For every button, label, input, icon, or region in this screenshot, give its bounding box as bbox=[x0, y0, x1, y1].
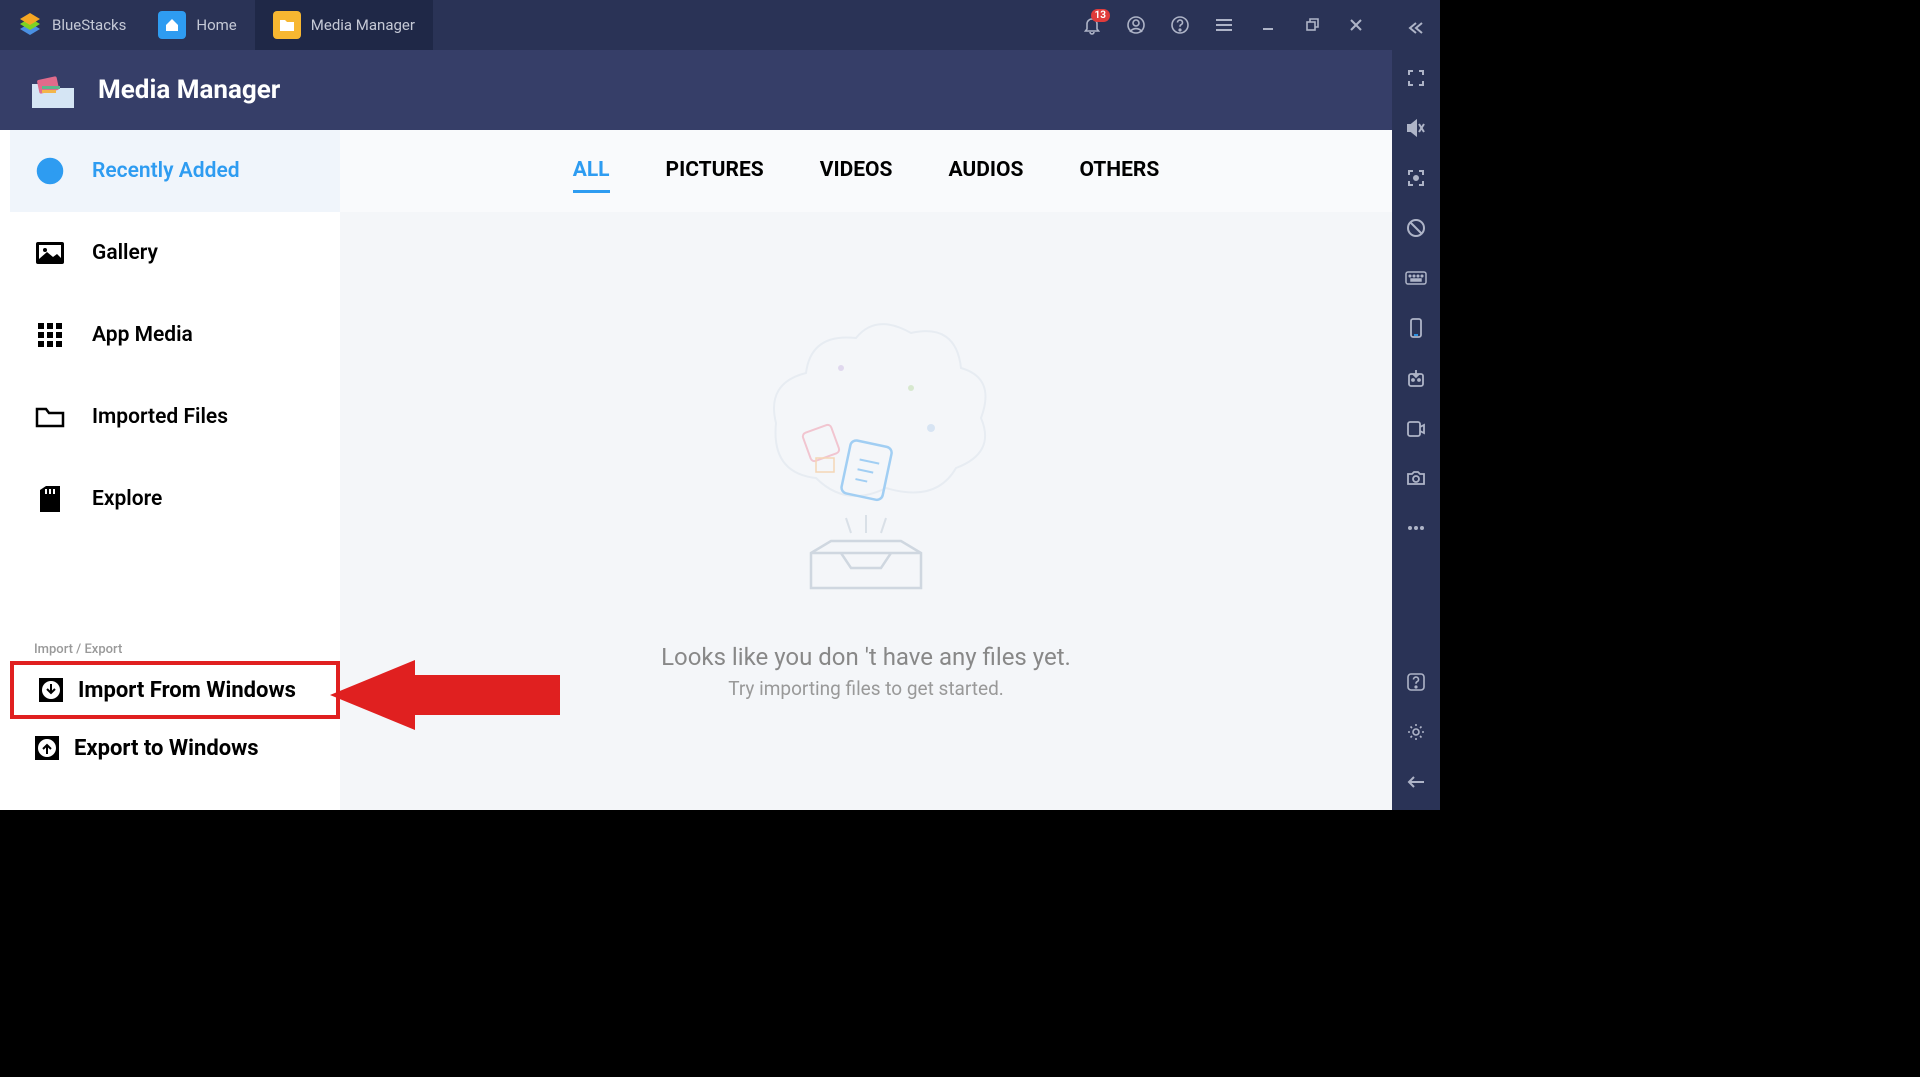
sidebar-item-label: Recently Added bbox=[92, 159, 240, 183]
media-manager-icon bbox=[28, 70, 78, 110]
help-button[interactable] bbox=[1168, 13, 1192, 37]
menu-button[interactable] bbox=[1212, 13, 1236, 37]
import-export-label: Import / Export bbox=[10, 630, 340, 661]
export-icon bbox=[34, 735, 60, 761]
grid-icon bbox=[34, 319, 66, 351]
tab-label: Media Manager bbox=[311, 16, 415, 34]
filter-others[interactable]: OTHERS bbox=[1079, 150, 1159, 193]
image-icon bbox=[34, 237, 66, 269]
app-header: Media Manager bbox=[0, 50, 1392, 130]
help-toolbar-button[interactable] bbox=[1402, 668, 1430, 696]
macro-button[interactable] bbox=[1402, 414, 1430, 442]
install-apk-button[interactable] bbox=[1402, 364, 1430, 392]
ie-item-label: Export to Windows bbox=[74, 736, 259, 761]
folder-icon bbox=[34, 401, 66, 433]
empty-state: Looks like you don 't have any files yet… bbox=[340, 212, 1392, 810]
screenshot-button[interactable] bbox=[1402, 464, 1430, 492]
clock-icon bbox=[34, 155, 66, 187]
main-panel: ALL PICTURES VIDEOS AUDIOS OTHERS bbox=[340, 130, 1392, 810]
tab-home[interactable]: Home bbox=[140, 0, 254, 50]
rotate-button[interactable] bbox=[1402, 314, 1430, 342]
maximize-button[interactable] bbox=[1300, 13, 1324, 37]
sidebar: Recently Added Gallery App Media bbox=[0, 130, 340, 810]
titlebar: BlueStacks Home Media Manager 13 bbox=[0, 0, 1392, 50]
filter-videos[interactable]: VIDEOS bbox=[820, 150, 893, 193]
import-icon bbox=[38, 677, 64, 703]
filter-audios[interactable]: AUDIOS bbox=[948, 150, 1023, 193]
account-button[interactable] bbox=[1124, 13, 1148, 37]
right-toolbar bbox=[1392, 0, 1440, 810]
app-header-title: Media Manager bbox=[98, 75, 280, 105]
close-button[interactable] bbox=[1344, 13, 1368, 37]
tab-label: Home bbox=[196, 16, 236, 34]
back-button[interactable] bbox=[1402, 768, 1430, 796]
tab-media-manager[interactable]: Media Manager bbox=[255, 0, 433, 50]
home-icon bbox=[158, 11, 186, 39]
sidebar-item-imported-files[interactable]: Imported Files bbox=[10, 376, 340, 458]
empty-illustration-icon bbox=[716, 293, 1016, 613]
ie-item-label: Import From Windows bbox=[78, 678, 296, 703]
brand-label: BlueStacks bbox=[52, 16, 126, 34]
settings-button[interactable] bbox=[1402, 718, 1430, 746]
more-button[interactable] bbox=[1402, 514, 1430, 542]
sidebar-item-label: Gallery bbox=[92, 241, 158, 265]
sidebar-item-app-media[interactable]: App Media bbox=[10, 294, 340, 376]
filter-tabs: ALL PICTURES VIDEOS AUDIOS OTHERS bbox=[340, 130, 1392, 212]
empty-message-1: Looks like you don 't have any files yet… bbox=[661, 643, 1071, 671]
filter-all[interactable]: ALL bbox=[573, 150, 610, 193]
sidebar-item-label: Explore bbox=[92, 487, 162, 511]
keyboard-button[interactable] bbox=[1402, 264, 1430, 292]
import-from-windows[interactable]: Import From Windows bbox=[10, 661, 340, 719]
sd-card-icon bbox=[34, 483, 66, 515]
minimize-button[interactable] bbox=[1256, 13, 1280, 37]
sidebar-item-recently-added[interactable]: Recently Added bbox=[10, 130, 340, 212]
sidebar-item-gallery[interactable]: Gallery bbox=[10, 212, 340, 294]
empty-message-2: Try importing files to get started. bbox=[728, 677, 1004, 700]
folder-icon bbox=[273, 11, 301, 39]
bluestacks-icon bbox=[16, 11, 44, 39]
collapse-toolbar-button[interactable] bbox=[1402, 14, 1430, 42]
export-to-windows[interactable]: Export to Windows bbox=[10, 719, 340, 777]
fullscreen-button[interactable] bbox=[1402, 64, 1430, 92]
notifications-button[interactable]: 13 bbox=[1080, 13, 1104, 37]
eco-mode-button[interactable] bbox=[1402, 214, 1430, 242]
filter-pictures[interactable]: PICTURES bbox=[666, 150, 764, 193]
notification-badge: 13 bbox=[1091, 9, 1110, 22]
sidebar-item-label: Imported Files bbox=[92, 405, 228, 429]
volume-button[interactable] bbox=[1402, 114, 1430, 142]
bluestacks-logo: BlueStacks bbox=[10, 11, 140, 39]
location-button[interactable] bbox=[1402, 164, 1430, 192]
sidebar-item-explore[interactable]: Explore bbox=[10, 458, 340, 540]
sidebar-item-label: App Media bbox=[92, 323, 193, 347]
